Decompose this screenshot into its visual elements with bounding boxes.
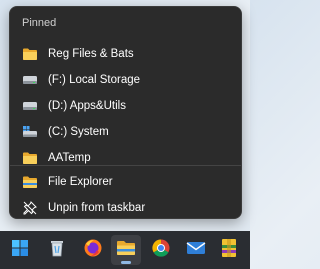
- drive-icon: [22, 98, 38, 114]
- jump-list-menu: Pinned Reg Files & Bats (F:) Local Stora…: [9, 6, 242, 219]
- chrome-icon: [151, 238, 171, 263]
- pinned-item-label: (F:) Local Storage: [48, 74, 141, 86]
- winrar-button[interactable]: [214, 235, 244, 265]
- start-button[interactable]: [5, 235, 35, 265]
- menu-divider: [10, 165, 241, 166]
- pinned-item-aatemp[interactable]: AATemp: [14, 145, 237, 171]
- firefox-button[interactable]: [78, 235, 108, 265]
- active-app-indicator: [121, 261, 131, 264]
- unpin-from-taskbar-action[interactable]: Unpin from taskbar: [14, 195, 237, 221]
- folder-icon: [22, 150, 38, 166]
- pinned-item-f-local-storage[interactable]: (F:) Local Storage: [14, 67, 237, 93]
- pinned-item-label: (C:) System: [48, 126, 109, 138]
- folder-icon: [22, 46, 38, 62]
- unpin-icon: [22, 200, 38, 216]
- pinned-item-label: AATemp: [48, 152, 91, 164]
- file-explorer-icon: [22, 174, 38, 190]
- windows-logo-icon: [11, 239, 29, 262]
- file-explorer-action[interactable]: File Explorer: [14, 169, 237, 195]
- recycle-bin-icon: [48, 238, 66, 263]
- file-explorer-icon: [116, 239, 136, 262]
- unpin-label: Unpin from taskbar: [48, 202, 146, 214]
- file-explorer-taskbar-button[interactable]: [111, 235, 141, 265]
- pinned-item-reg-files-bats[interactable]: Reg Files & Bats: [14, 41, 237, 67]
- pinned-item-label: Reg Files & Bats: [48, 48, 134, 60]
- winrar-icon: [221, 238, 237, 263]
- file-explorer-label: File Explorer: [48, 176, 113, 188]
- pinned-item-d-apps-utils[interactable]: (D:) Apps&Utils: [14, 93, 237, 119]
- system-drive-icon: [22, 124, 38, 140]
- mail-icon: [186, 240, 206, 261]
- recycle-bin-button[interactable]: [42, 235, 72, 265]
- pinned-item-c-system[interactable]: (C:) System: [14, 119, 237, 145]
- drive-icon: [22, 72, 38, 88]
- mail-button[interactable]: [181, 235, 211, 265]
- pinned-item-label: (D:) Apps&Utils: [48, 100, 126, 112]
- chrome-button[interactable]: [146, 235, 176, 265]
- taskbar: [0, 231, 250, 269]
- pinned-section-header: Pinned: [22, 17, 57, 29]
- firefox-icon: [83, 238, 103, 263]
